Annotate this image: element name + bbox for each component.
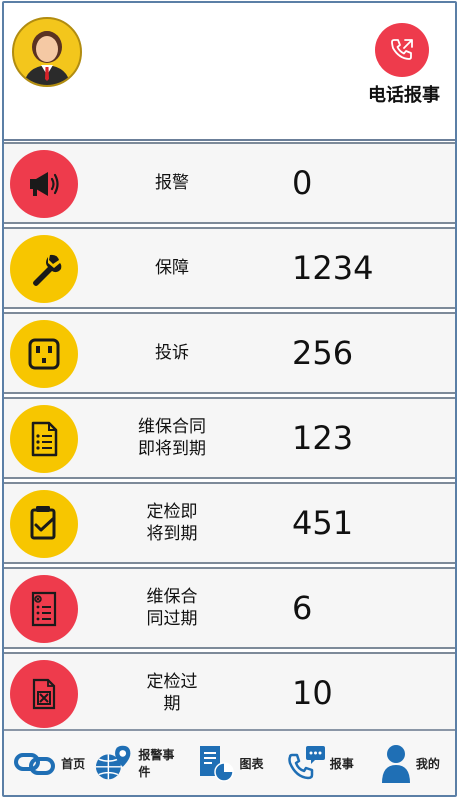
stat-label: 投诉 (155, 343, 189, 363)
stat-label: 维保合同 即将到期 (138, 417, 206, 459)
stat-value: 451 (292, 504, 354, 542)
wrench-icon (33, 254, 62, 286)
person-icon (381, 745, 410, 783)
stat-value: 6 (292, 589, 313, 627)
icon-badge (10, 235, 78, 303)
stat-value: 1234 (292, 249, 374, 287)
stat-row-maintenance-expired[interactable]: 维保合 同过期 6 (4, 567, 455, 649)
stat-label: 报警 (155, 173, 189, 193)
icon-badge (10, 150, 78, 218)
nav-report[interactable]: 报事 (275, 743, 365, 783)
phone-report-label[interactable]: 电话报事 (362, 81, 446, 107)
sad-face-icon (28, 338, 60, 370)
phone-call-icon (391, 39, 413, 60)
user-avatar[interactable] (12, 17, 82, 87)
icon-badge (10, 575, 78, 643)
stat-row-complaint[interactable]: 投诉 256 (4, 312, 455, 394)
nav-label: 图表 (239, 756, 264, 771)
icon-badge (10, 490, 78, 558)
nav-label: 首页 (61, 756, 86, 771)
megaphone-icon (30, 172, 59, 196)
expired-document-icon (31, 591, 57, 627)
stat-label: 定检过 期 (146, 672, 198, 714)
icon-badge (10, 660, 78, 728)
nav-label: 我的 (415, 756, 440, 771)
checked-document-icon (30, 506, 56, 540)
stat-value: 0 (292, 164, 313, 202)
app-frame: 电话报事 报警 0 保障 1234 投诉 256 维保合同 即将到期 123 定… (2, 1, 457, 797)
expired-inspection-icon (32, 678, 56, 710)
phone-report-button[interactable] (375, 23, 429, 77)
stat-row-alarm[interactable]: 报警 0 (4, 142, 455, 224)
nav-home[interactable]: 首页 (4, 747, 94, 779)
stats-list: 报警 0 保障 1234 投诉 256 维保合同 即将到期 123 定检即 将到… (4, 139, 455, 734)
stat-row-inspection-expired[interactable]: 定检过 期 10 (4, 652, 455, 734)
stat-row-inspection-expiring[interactable]: 定检即 将到期 451 (4, 482, 455, 564)
nav-alarm-events[interactable]: 报警事件 (94, 743, 184, 783)
stat-label: 维保合 同过期 (146, 587, 198, 629)
report-chart-icon (199, 746, 234, 782)
stat-value: 256 (292, 334, 354, 372)
link-chain-icon (14, 753, 56, 775)
avatar-portrait-icon (24, 31, 70, 85)
stat-value: 10 (292, 674, 333, 712)
header: 电话报事 (4, 3, 455, 141)
nav-charts[interactable]: 图表 (184, 743, 274, 783)
stat-row-maintenance-expiring[interactable]: 维保合同 即将到期 123 (4, 397, 455, 479)
icon-badge (10, 320, 78, 388)
nav-label: 报事 (329, 756, 354, 771)
nav-mine[interactable]: 我的 (365, 743, 455, 783)
nav-label: 报警事件 (138, 748, 175, 779)
icon-badge (10, 405, 78, 473)
stat-label: 保障 (155, 258, 189, 278)
stat-value: 123 (292, 419, 354, 457)
checklist-document-icon (31, 421, 58, 457)
globe-pin-icon (96, 745, 131, 780)
stat-label: 定检即 将到期 (146, 502, 198, 544)
phone-chat-icon (287, 746, 325, 780)
stat-row-guarantee[interactable]: 保障 1234 (4, 227, 455, 309)
bottom-nav: 首页 报警事件 图表 报事 我的 (4, 729, 455, 795)
